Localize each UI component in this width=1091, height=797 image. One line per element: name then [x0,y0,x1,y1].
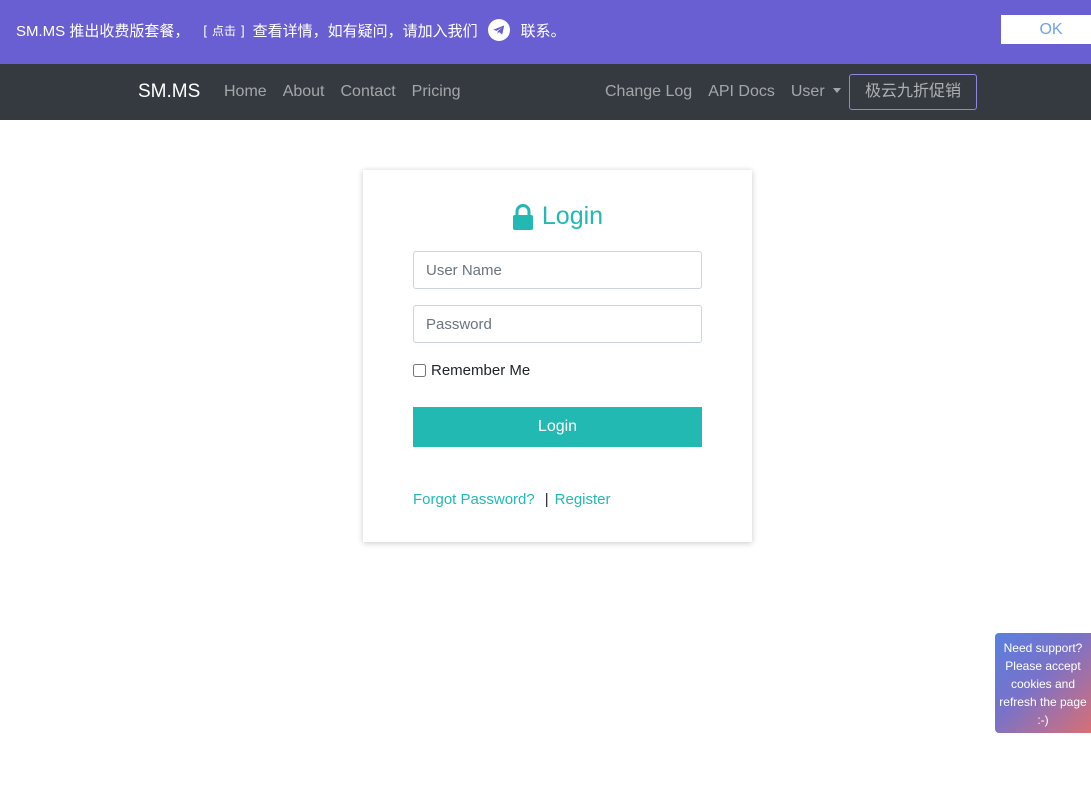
nav-item-pricing[interactable]: Pricing [412,83,461,101]
remember-me-checkbox[interactable] [413,364,426,377]
banner-message: SM.MS 推出收费版套餐， [ 点击 ] 查看详情，如有疑问，请加入我们 联系… [16,0,566,60]
login-heading: Login [363,202,752,231]
nav-item-contact[interactable]: Contact [341,83,396,101]
nav-item-change-log[interactable]: Change Log [605,83,692,101]
nav-left-menu: Home About Contact Pricing [224,83,477,101]
chevron-down-icon [832,88,841,93]
brand-logo[interactable]: SM.MS [138,81,200,103]
forgot-password-link[interactable]: Forgot Password? [413,491,535,508]
nav-item-about[interactable]: About [283,83,325,101]
username-input[interactable] [413,251,702,289]
lock-icon [512,203,534,230]
nav-item-api-docs[interactable]: API Docs [708,83,775,101]
banner-details-text: 查看详情，如有疑问，请加入我们 [252,22,478,40]
nav-item-user-dropdown[interactable]: User [791,83,841,101]
nav-item-home[interactable]: Home [224,83,267,101]
banner-text: SM.MS 推出收费版套餐， [16,22,190,40]
banner-link-bracket-open: [ [203,22,207,38]
telegram-plane-icon [492,25,504,35]
register-link[interactable]: Register [555,491,611,508]
user-dropdown-label: User [790,83,825,100]
login-submit-button[interactable]: Login [413,407,702,447]
link-separator: | [544,491,549,508]
banner-link-text: 点击 [211,23,236,38]
support-widget[interactable]: Need support? Please accept cookies and … [995,633,1091,733]
login-card: Login Remember Me Login Forgot Password?… [363,170,752,542]
announcement-banner: SM.MS 推出收费版套餐， [ 点击 ] 查看详情，如有疑问，请加入我们 联系… [0,0,1091,64]
account-links: Forgot Password? | Register [413,491,611,508]
remember-me-label: Remember Me [431,362,531,379]
banner-link-bracket-close: ] [240,22,245,38]
password-input[interactable] [413,305,702,343]
banner-ok-button[interactable]: OK [1001,15,1091,44]
banner-details-link[interactable]: [ 点击 ] [203,22,244,39]
telegram-icon[interactable] [487,19,510,41]
support-message: Need support? Please accept cookies and … [999,641,1087,727]
remember-me-row[interactable]: Remember Me [413,362,530,379]
nav-right-menu: Change Log API Docs User [605,83,857,101]
top-navbar: SM.MS Home About Contact Pricing Change … [0,64,1091,120]
banner-contact-text: 联系。 [520,22,566,40]
promo-button[interactable]: 极云九折促销 [849,74,977,110]
login-title-text: Login [541,202,604,230]
